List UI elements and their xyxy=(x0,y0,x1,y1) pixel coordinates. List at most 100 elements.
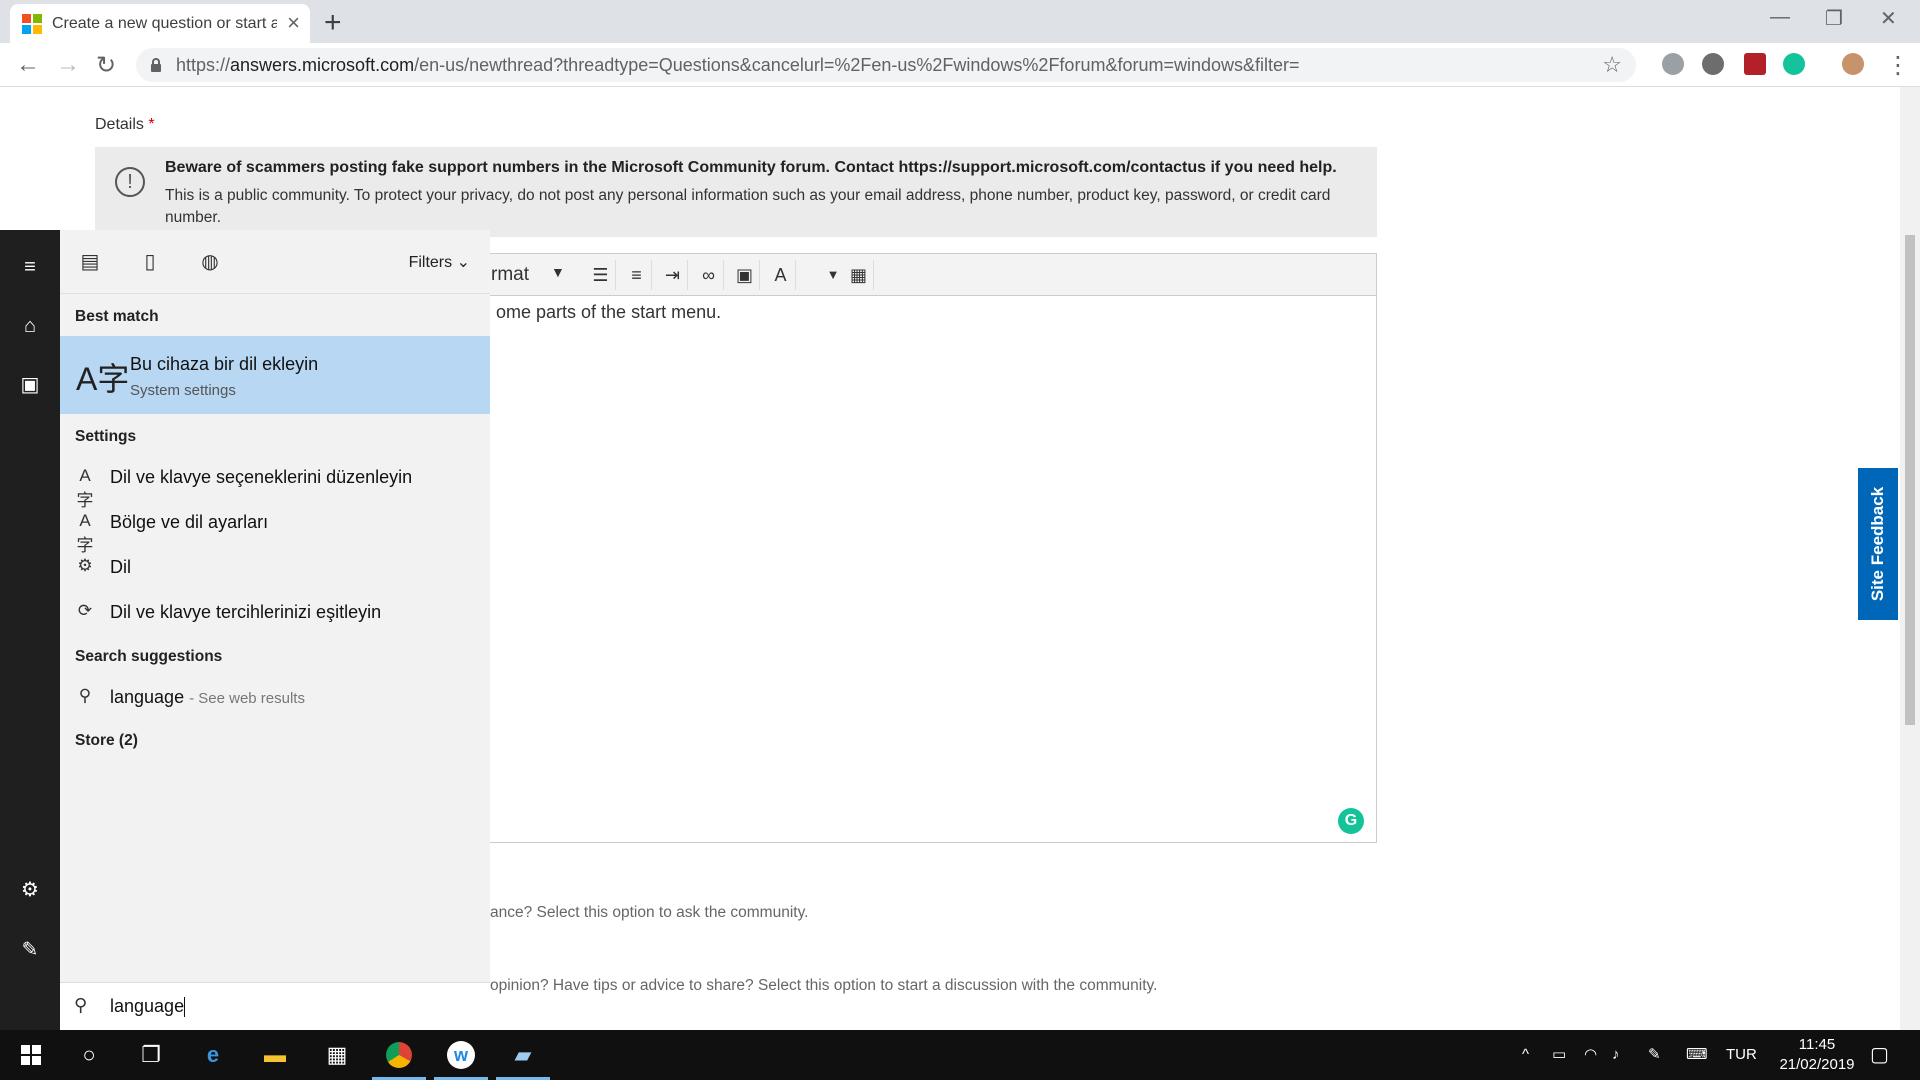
site-feedback-button[interactable]: Site Feedback xyxy=(1858,468,1898,620)
scrollbar-thumb[interactable] xyxy=(1905,235,1915,725)
image-icon[interactable]: ▣ xyxy=(730,260,760,290)
extension-globe-icon[interactable] xyxy=(1662,53,1684,75)
settings-gear-icon[interactable]: ⚙ xyxy=(18,878,42,902)
lock-icon xyxy=(150,58,162,72)
word-app-taskbar-button[interactable]: w xyxy=(430,1030,492,1080)
edge-icon: e xyxy=(206,1042,220,1067)
settings-result-label: Bölge ve dil ayarları xyxy=(110,512,269,532)
settings-result-item[interactable]: ⚙ Dil xyxy=(60,548,490,588)
page-scrollbar[interactable] xyxy=(1900,87,1920,1030)
store-taskbar-button[interactable]: ▦ xyxy=(306,1030,368,1080)
feedback-person-icon[interactable]: ✎ xyxy=(18,938,42,962)
hamburger-menu-icon[interactable]: ≡ xyxy=(18,255,42,279)
address-bar[interactable]: https://answers.microsoft.com/en-us/newt… xyxy=(136,48,1636,82)
clock-time: 11:45 xyxy=(1798,1036,1836,1053)
format-dropdown[interactable]: rmat xyxy=(491,264,529,286)
editor-body-text: ome parts of the start menu. xyxy=(496,302,722,322)
task-view-button[interactable]: ❐ xyxy=(120,1030,182,1080)
settings-result-item[interactable]: ⟳ Dil ve klavye tercihlerinizi eşitleyin xyxy=(60,593,490,633)
search-icon: ⚲ xyxy=(78,686,92,705)
settings-result-item[interactable]: A字 Bölge ve dil ayarları xyxy=(60,503,490,555)
pen-icon[interactable]: ✎ xyxy=(1648,1030,1661,1080)
web-suggestion-item[interactable]: ⚲ language - See web results xyxy=(60,678,490,718)
notice-privacy-text: This is a public community. To protect y… xyxy=(165,187,1331,226)
search-input[interactable]: language xyxy=(110,996,186,1018)
home-icon[interactable]: ⌂ xyxy=(18,314,42,338)
web-scope-globe-icon[interactable]: ◍ xyxy=(198,250,222,274)
file-explorer-taskbar-button[interactable]: ▬ xyxy=(244,1030,306,1080)
format-dropdown-caret-icon[interactable]: ▼ xyxy=(551,264,565,280)
restore-button[interactable]: ❐ xyxy=(1825,6,1843,31)
battery-icon[interactable]: ▭ xyxy=(1552,1030,1566,1080)
window-app-icon: ▰ xyxy=(514,1042,532,1067)
close-tab-icon[interactable]: × xyxy=(287,12,300,34)
forward-button[interactable]: → xyxy=(56,51,80,79)
details-label: Details * xyxy=(95,116,155,133)
cortana-button[interactable]: ○ xyxy=(58,1030,120,1080)
browser-tab[interactable]: Create a new question or start a × xyxy=(10,4,310,43)
indent-icon[interactable]: ⇥ xyxy=(658,260,688,290)
gear-icon: ⚙ xyxy=(77,556,93,575)
back-button[interactable]: ← xyxy=(16,51,40,79)
notebook-icon[interactable]: ▣ xyxy=(18,373,42,397)
search-results-panel: ▤ ▯ ◍ Filters ⌄ Best match A字 Bu cihaza … xyxy=(60,230,490,1030)
chrome-taskbar-button[interactable] xyxy=(368,1030,430,1080)
extension-chat-icon[interactable] xyxy=(1702,53,1724,75)
browser-tabstrip: Create a new question or start a × + — ❐… xyxy=(0,0,1920,43)
language-icon: A字 xyxy=(76,361,130,397)
taskbar-clock[interactable]: 11:45 21/02/2019 xyxy=(1772,1035,1862,1075)
privacy-notice: ! Beware of scammers posting fake suppor… xyxy=(95,147,1377,237)
app-taskbar-button[interactable]: ▰ xyxy=(492,1030,554,1080)
settings-result-item[interactable]: A字 Dil ve klavye seçeneklerini düzenleyi… xyxy=(60,458,490,510)
font-color-icon[interactable]: A xyxy=(766,260,796,290)
reload-button[interactable]: ↻ xyxy=(96,51,116,80)
filters-dropdown[interactable]: Filters ⌄ xyxy=(409,252,470,272)
start-button[interactable] xyxy=(0,1030,62,1080)
wifi-icon[interactable]: ◠ xyxy=(1584,1030,1597,1080)
browser-menu-icon[interactable]: ⋮ xyxy=(1886,51,1910,80)
settings-heading: Settings xyxy=(75,428,137,445)
volume-icon[interactable]: ♪ xyxy=(1612,1030,1620,1080)
apps-scope-icon[interactable]: ▤ xyxy=(78,250,102,274)
minimize-button[interactable]: — xyxy=(1770,6,1790,29)
settings-result-label: Dil xyxy=(110,557,131,577)
folder-icon: ▬ xyxy=(264,1042,286,1067)
numbered-list-icon[interactable]: ≡ xyxy=(622,260,652,290)
extension-shield-icon[interactable] xyxy=(1744,53,1766,75)
search-scope-bar: ▤ ▯ ◍ Filters ⌄ xyxy=(60,230,490,294)
input-language-indicator[interactable]: TUR xyxy=(1726,1030,1757,1080)
settings-result-label: Dil ve klavye seçeneklerini düzenleyin xyxy=(110,467,413,487)
windows-logo-icon xyxy=(21,1045,41,1065)
notice-warning-text: Beware of scammers posting fake support … xyxy=(165,159,1337,176)
discussion-option-text: opinion? Have tips or advice to share? S… xyxy=(490,977,1158,994)
bullet-list-icon[interactable]: ☰ xyxy=(586,260,616,290)
grammarly-extension-icon[interactable] xyxy=(1783,53,1805,75)
search-suggestions-heading: Search suggestions xyxy=(75,648,223,665)
best-match-title: Bu cihaza bir dil ekleyin xyxy=(130,354,319,374)
sync-icon: ⟳ xyxy=(77,601,93,620)
best-match-subtitle: System settings xyxy=(130,382,236,399)
info-circle-icon: ! xyxy=(115,167,145,197)
window-close-button[interactable]: ✕ xyxy=(1880,6,1897,31)
edge-taskbar-button[interactable]: e xyxy=(182,1030,244,1080)
task-view-icon: ❐ xyxy=(141,1042,161,1067)
link-icon[interactable]: ∞ xyxy=(694,260,724,290)
best-match-result[interactable]: A字 Bu cihaza bir dil ekleyin System sett… xyxy=(60,336,490,414)
url-text: https://answers.microsoft.com/en-us/newt… xyxy=(176,54,1300,75)
store-heading[interactable]: Store (2) xyxy=(75,732,138,750)
cortana-circle-icon: ○ xyxy=(82,1042,96,1067)
store-bag-icon: ▦ xyxy=(326,1042,348,1067)
action-center-icon[interactable]: ▢ xyxy=(1870,1030,1889,1080)
grammarly-icon[interactable]: G xyxy=(1338,808,1364,834)
best-match-heading: Best match xyxy=(75,308,159,325)
bookmark-star-icon[interactable]: ☆ xyxy=(1602,52,1622,78)
keyboard-icon[interactable]: ⌨ xyxy=(1686,1030,1708,1080)
documents-scope-icon[interactable]: ▯ xyxy=(138,250,162,274)
table-icon[interactable]: ▦ xyxy=(844,260,874,290)
question-option-text: ance? Select this option to ask the comm… xyxy=(490,904,809,921)
profile-avatar[interactable] xyxy=(1842,53,1864,75)
start-search-box[interactable]: ⚲ language xyxy=(60,982,490,1030)
suggestion-label: language - See web results xyxy=(110,687,305,707)
show-hidden-icons-chevron-icon[interactable]: ^ xyxy=(1522,1030,1529,1080)
new-tab-button[interactable]: + xyxy=(324,6,342,40)
